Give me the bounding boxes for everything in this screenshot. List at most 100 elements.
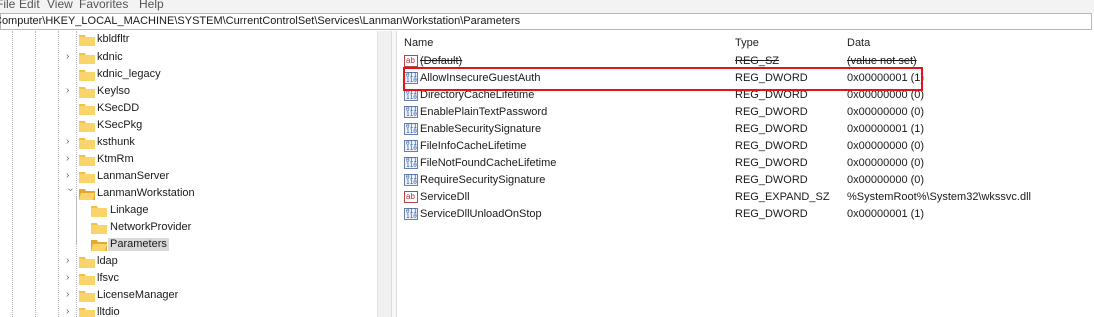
value-type: REG_SZ [735,55,780,67]
value-name: FileNotFoundCacheLifetime [420,157,557,169]
tree-item-label: kdnic [97,51,123,63]
value-name: RequireSecuritySignature [420,174,546,186]
tree-item-label: ksthunk [97,136,135,148]
value-data: %SystemRoot%\System32\wkssvc.dll [847,191,1031,203]
binary-value-icon: 011 110 [404,123,418,135]
chevron-right-icon[interactable]: › [66,306,76,317]
tree-guide-line [12,31,13,317]
value-row-filenotfoundcachelifetime[interactable]: 011 110 FileNotFoundCacheLifetime REG_DWO… [404,155,1084,172]
open-folder-icon [79,189,95,200]
tree-item-label: LanmanWorkstation [97,187,195,199]
folder-icon [79,121,95,132]
tree-item-label: lfsvc [97,272,119,284]
tree-item-label: Keylso [97,85,131,97]
folder-icon [91,206,107,217]
value-row-fileinfocachelifetime[interactable]: 011 110 FileInfoCacheLifetime REG_DWORD 0… [404,138,1084,155]
tree-guide-line [58,31,59,317]
registry-tree: kbldfltr › kdnic kdnic_legacy › Keylso K… [0,31,377,317]
value-data: 0x00000000 (0) [847,140,925,152]
tree-item-label: Parameters [108,238,169,251]
folder-icon [79,291,95,302]
value-name: (Default) [420,55,463,67]
column-header-type[interactable]: Type [735,37,759,49]
menu-bar: File Edit View Favorites Help [0,0,1094,13]
chevron-right-icon[interactable]: › [66,85,76,97]
folder-icon [79,257,95,268]
value-name: EnableSecuritySignature [420,123,542,135]
open-folder-icon [91,240,107,251]
value-data: 0x00000001 (1) [847,123,925,135]
chevron-down-icon[interactable]: › [64,188,76,198]
chevron-right-icon[interactable]: › [66,136,76,148]
chevron-right-icon[interactable]: › [66,153,76,165]
folder-icon [79,104,95,115]
chevron-right-icon[interactable]: › [66,289,76,301]
tree-item-label: Linkage [110,204,149,216]
value-row-servicedllunloadonstop[interactable]: 011 110 ServiceDllUnloadOnStop REG_DWORD … [404,206,1084,223]
value-data: 0x00000001 (1) [847,208,925,220]
binary-value-icon: 011 110 [404,208,418,220]
value-type: REG_EXPAND_SZ [735,191,830,203]
tree-item-label: kdnic_legacy [97,68,161,80]
value-row-enablesecuritysignature[interactable]: 011 110 EnableSecuritySignature REG_DWORD… [404,121,1084,138]
menu-edit[interactable]: Edit [19,0,40,11]
value-data: 0x00000000 (0) [847,106,925,118]
value-type: REG_DWORD [735,157,808,169]
value-data: (value not set) [847,55,917,67]
folder-icon [91,223,107,234]
chevron-right-icon[interactable]: › [66,170,76,182]
value-data: 0x00000000 (0) [847,174,925,186]
value-name: ServiceDll [420,191,470,203]
column-header-name[interactable]: Name [404,37,433,49]
menu-favorites[interactable]: Favorites [79,0,128,11]
value-type: REG_DWORD [735,208,808,220]
highlight-annotation [403,67,923,91]
folder-icon [79,35,95,46]
tree-item-label: LanmanServer [97,170,170,182]
folder-icon [79,172,95,183]
menu-file[interactable]: File [0,0,15,11]
tree-item-label: KtmRm [97,153,134,165]
folder-icon [79,274,95,285]
value-name: EnablePlainTextPassword [420,106,548,118]
address-bar[interactable]: Computer\HKEY_LOCAL_MACHINE\SYSTEM\Curre… [0,13,1092,30]
pane-splitter[interactable] [391,31,397,317]
binary-value-icon: 011 110 [404,106,418,118]
value-data: 0x00000000 (0) [847,157,925,169]
value-row-servicedll[interactable]: ab ServiceDll REG_EXPAND_SZ %SystemRoot%… [404,189,1084,206]
chevron-right-icon[interactable]: › [66,51,76,63]
value-name: ServiceDllUnloadOnStop [420,208,542,220]
column-header-data[interactable]: Data [847,37,870,49]
value-type: REG_DWORD [735,140,808,152]
folder-icon [79,155,95,166]
value-row-enableplaintextpassword[interactable]: 011 110 EnablePlainTextPassword REG_DWORD… [404,104,1084,121]
tree-item-label: KSecDD [97,102,140,114]
chevron-right-icon[interactable]: › [66,272,76,284]
folder-icon [79,308,95,317]
value-type: REG_DWORD [735,106,808,118]
tree-item-label: lltdio [97,306,120,317]
menu-view[interactable]: View [47,0,73,11]
folder-icon [79,87,95,98]
tree-guide-line [76,196,77,244]
string-value-icon: ab [404,55,418,67]
tree-item-label: LicenseManager [97,289,179,301]
chevron-right-icon[interactable]: › [66,255,76,267]
tree-item-label: KSecPkg [97,119,143,131]
value-row-requiresecuritysignature[interactable]: 011 110 RequireSecuritySignature REG_DWOR… [404,172,1084,189]
binary-value-icon: 011 110 [404,174,418,186]
binary-value-icon: 011 110 [404,140,418,152]
tree-item-label: ldap [97,255,118,267]
menu-help[interactable]: Help [139,0,164,11]
binary-value-icon: 011 110 [404,157,418,169]
value-type: REG_DWORD [735,123,808,135]
string-value-icon: ab [404,191,418,203]
tree-item-label: kbldfltr [97,33,130,45]
folder-icon [79,70,95,81]
tree-item-label: NetworkProvider [110,221,192,233]
tree-guide-line [35,31,36,317]
value-type: REG_DWORD [735,174,808,186]
tree-scrollbar[interactable] [377,31,392,317]
address-path: Computer\HKEY_LOCAL_MACHINE\SYSTEM\Curre… [0,15,521,27]
folder-icon [79,53,95,64]
